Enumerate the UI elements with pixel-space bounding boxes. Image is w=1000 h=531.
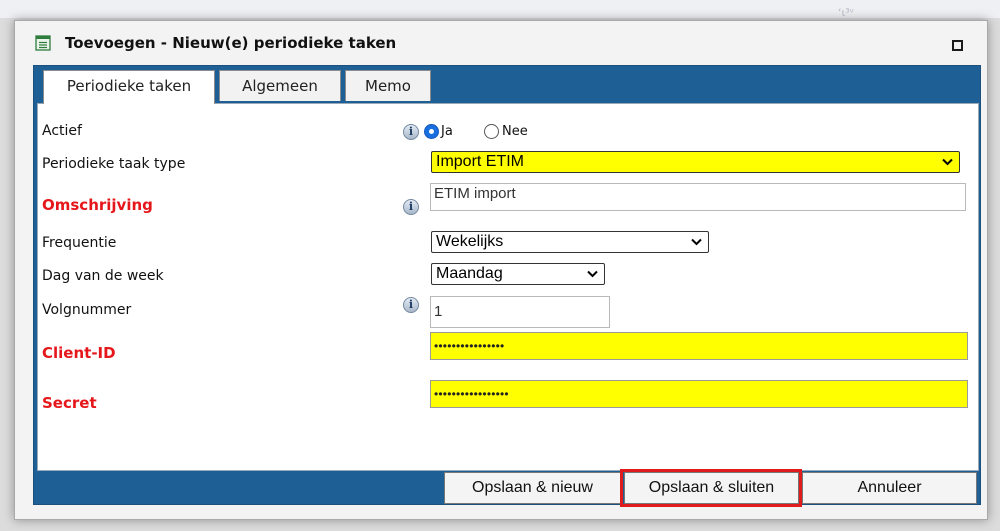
dag-label: Dag van de week [42, 268, 164, 284]
actief-ja-radio[interactable] [424, 124, 439, 139]
dialog-titlebar[interactable]: Toevoegen - Nieuw(e) periodieke taken [15, 21, 987, 65]
frequentie-label: Frequentie [42, 235, 117, 251]
info-icon[interactable]: i [403, 199, 419, 215]
taak-type-select[interactable]: Import ETIM [431, 151, 960, 173]
secret-input[interactable]: ••••••••••••••••• [430, 380, 968, 408]
actief-nee-radio[interactable] [484, 124, 499, 139]
taak-type-value: Import ETIM [436, 153, 525, 170]
client-id-label: Client-ID [42, 344, 116, 362]
secret-label: Secret [42, 394, 97, 412]
secret-value: ••••••••••••••••• [434, 387, 509, 401]
dag-select[interactable]: Maandag [431, 263, 605, 285]
chevron-down-icon [942, 158, 953, 166]
save-close-button[interactable]: Opslaan & sluiten [624, 472, 799, 504]
volgnummer-input[interactable]: 1 [430, 296, 610, 328]
add-periodic-task-dialog: Toevoegen - Nieuw(e) periodieke taken Pe… [14, 20, 988, 520]
tab-periodieke-taken[interactable]: Periodieke taken [43, 70, 215, 104]
maximize-icon [952, 40, 963, 51]
taak-type-label: Periodieke taak type [42, 156, 186, 172]
dialog-title: Toevoegen - Nieuw(e) periodieke taken [65, 34, 397, 52]
tab-algemeen[interactable]: Algemeen [219, 70, 341, 101]
actief-ja-label: Ja [441, 124, 453, 139]
volgnummer-value: 1 [434, 303, 443, 320]
omschrijving-label: Omschrijving [42, 196, 153, 214]
chevron-down-icon [691, 238, 702, 246]
chevron-down-icon [587, 270, 598, 278]
client-id-input[interactable]: •••••••••••••••• [430, 332, 968, 360]
form-content: Actief i Ja Nee Periodieke taak type Imp… [37, 103, 979, 471]
tab-label: Periodieke taken [66, 77, 192, 95]
omschrijving-input[interactable]: ETIM import [430, 183, 966, 211]
client-id-value: •••••••••••••••• [434, 339, 505, 353]
tab-panel: Periodieke taken Algemeen Memo Actief i … [33, 65, 981, 505]
omschrijving-value: ETIM import [434, 185, 516, 202]
info-icon[interactable]: i [403, 297, 419, 313]
form-icon [35, 35, 51, 51]
dag-value: Maandag [436, 265, 503, 282]
cancel-button[interactable]: Annuleer [802, 472, 977, 504]
frequentie-value: Wekelijks [436, 233, 504, 250]
actief-label: Actief [42, 123, 82, 139]
info-icon[interactable]: i [403, 124, 419, 140]
frequentie-select[interactable]: Wekelijks [431, 231, 709, 253]
maximize-button[interactable] [951, 38, 963, 51]
save-new-button[interactable]: Opslaan & nieuw [444, 472, 621, 504]
volgnummer-label: Volgnummer [42, 302, 132, 318]
tab-label: Memo [365, 77, 411, 95]
tab-memo[interactable]: Memo [345, 70, 431, 101]
tab-label: Algemeen [242, 77, 318, 95]
actief-nee-label: Nee [502, 124, 528, 139]
background-text: ʻɩ³ᵛ [838, 6, 855, 19]
